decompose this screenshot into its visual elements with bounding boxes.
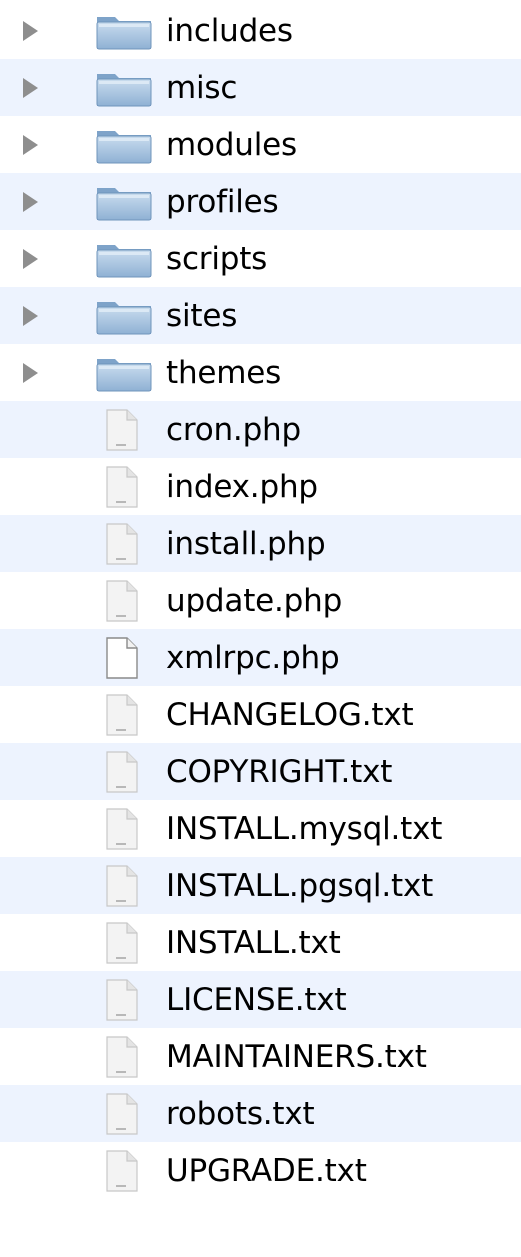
document-icon	[104, 408, 140, 452]
folder-icon	[95, 353, 153, 393]
folder-icon	[95, 68, 153, 108]
folder-icon	[95, 182, 153, 222]
folder-row[interactable]: scripts	[0, 230, 521, 287]
file-name: UPGRADE.txt	[166, 1152, 367, 1189]
blank-document-icon	[104, 636, 140, 680]
file-row[interactable]: update.php	[0, 572, 521, 629]
disclosure-triangle-icon[interactable]	[23, 134, 38, 155]
file-name: INSTALL.pgsql.txt	[166, 867, 434, 904]
file-name: COPYRIGHT.txt	[166, 753, 393, 790]
file-row[interactable]: LICENSE.txt	[0, 971, 521, 1028]
disclosure-triangle-icon[interactable]	[23, 191, 38, 212]
file-row[interactable]: CHANGELOG.txt	[0, 686, 521, 743]
folder-name: profiles	[166, 183, 279, 220]
file-row[interactable]: robots.txt	[0, 1085, 521, 1142]
folder-row[interactable]: sites	[0, 287, 521, 344]
folder-name: modules	[166, 126, 297, 163]
file-row[interactable]: cron.php	[0, 401, 521, 458]
folder-name: includes	[166, 12, 293, 49]
file-name: xmlrpc.php	[166, 639, 340, 676]
file-name: MAINTAINERS.txt	[166, 1038, 427, 1075]
file-row[interactable]: INSTALL.mysql.txt	[0, 800, 521, 857]
folder-row[interactable]: includes	[0, 2, 521, 59]
finder-file-list: includes misc modules profiles scripts sites t…	[0, 0, 521, 1257]
document-icon	[104, 693, 140, 737]
folder-icon	[95, 296, 153, 336]
file-name: update.php	[166, 582, 343, 619]
document-icon	[104, 921, 140, 965]
file-row[interactable]: UPGRADE.txt	[0, 1142, 521, 1199]
document-icon	[104, 750, 140, 794]
file-name: INSTALL.mysql.txt	[166, 810, 443, 847]
disclosure-triangle-icon[interactable]	[23, 305, 38, 326]
file-name: index.php	[166, 468, 318, 505]
folder-row[interactable]: misc	[0, 59, 521, 116]
file-name: robots.txt	[166, 1095, 315, 1132]
file-name: cron.php	[166, 411, 301, 448]
folder-icon	[95, 125, 153, 165]
document-icon	[104, 978, 140, 1022]
folder-row[interactable]: modules	[0, 116, 521, 173]
folder-name: sites	[166, 297, 238, 334]
folder-row[interactable]: profiles	[0, 173, 521, 230]
folder-name: misc	[166, 69, 238, 106]
document-icon	[104, 1149, 140, 1193]
folder-icon	[95, 11, 153, 51]
file-row[interactable]: install.php	[0, 515, 521, 572]
file-row[interactable]: MAINTAINERS.txt	[0, 1028, 521, 1085]
file-row[interactable]: INSTALL.txt	[0, 914, 521, 971]
file-name: INSTALL.txt	[166, 924, 341, 961]
document-icon	[104, 579, 140, 623]
disclosure-triangle-icon[interactable]	[23, 248, 38, 269]
disclosure-triangle-icon[interactable]	[23, 77, 38, 98]
folder-name: themes	[166, 354, 282, 391]
document-icon	[104, 807, 140, 851]
file-row[interactable]: COPYRIGHT.txt	[0, 743, 521, 800]
folder-name: scripts	[166, 240, 268, 277]
file-row[interactable]: index.php	[0, 458, 521, 515]
disclosure-triangle-icon[interactable]	[23, 362, 38, 383]
file-row[interactable]: INSTALL.pgsql.txt	[0, 857, 521, 914]
document-icon	[104, 465, 140, 509]
document-icon	[104, 1092, 140, 1136]
disclosure-triangle-icon[interactable]	[23, 20, 38, 41]
file-name: LICENSE.txt	[166, 981, 347, 1018]
folder-row[interactable]: themes	[0, 344, 521, 401]
file-name: install.php	[166, 525, 326, 562]
file-name: CHANGELOG.txt	[166, 696, 414, 733]
document-icon	[104, 1035, 140, 1079]
document-icon	[104, 522, 140, 566]
file-row[interactable]: xmlrpc.php	[0, 629, 521, 686]
folder-icon	[95, 239, 153, 279]
document-icon	[104, 864, 140, 908]
